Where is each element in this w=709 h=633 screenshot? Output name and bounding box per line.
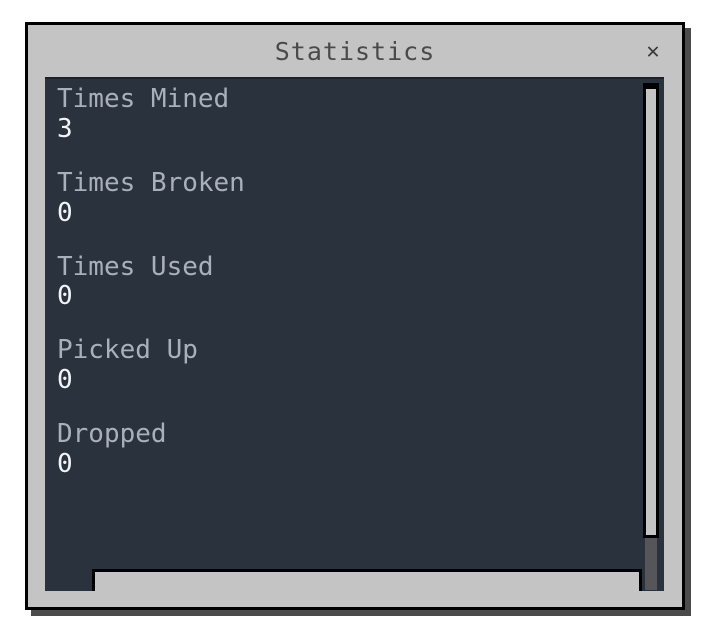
done-button[interactable]: Done	[92, 569, 642, 592]
window-title: Statistics	[274, 37, 436, 66]
close-icon[interactable]: ✕	[640, 39, 666, 65]
stat-value: 0	[57, 449, 73, 480]
window-shadow-right	[685, 28, 691, 616]
stat-label: Times Mined	[57, 84, 230, 114]
stat-label: Times Broken	[57, 167, 245, 198]
stat-label: Dropped	[57, 419, 167, 450]
stat-value: 0	[57, 365, 73, 396]
statistics-window: Statistics ✕ Times Mined 3 Times Broken …	[25, 22, 685, 610]
list-item: Picked Up 0	[57, 335, 617, 396]
statistics-content-panel: Times Mined 3 Times Broken 0 Times Used …	[45, 77, 664, 592]
stat-label: Picked Up	[57, 335, 198, 366]
stat-value: 0	[57, 281, 73, 312]
window-shadow-bottom	[31, 610, 691, 616]
list-item: Times Used 0	[57, 251, 617, 313]
window-bottom-strip	[28, 591, 682, 607]
vertical-scrollbar-thumb[interactable]	[643, 83, 659, 538]
scrollbar-thumb-face	[646, 89, 656, 535]
stat-label: Times Used	[57, 251, 214, 282]
statistics-list: Times Mined 3 Times Broken 0 Times Used …	[57, 84, 617, 504]
list-item: Dropped 0	[57, 419, 617, 480]
stat-value: 0	[57, 197, 73, 228]
vertical-scrollbar-track[interactable]	[642, 81, 660, 590]
list-item: Times Broken 0	[57, 167, 617, 229]
scrollbar-track-lower[interactable]	[645, 536, 657, 590]
list-item: Times Mined 3	[57, 84, 617, 145]
stat-value: 3	[57, 113, 73, 144]
title-bar: Statistics ✕	[28, 25, 682, 77]
